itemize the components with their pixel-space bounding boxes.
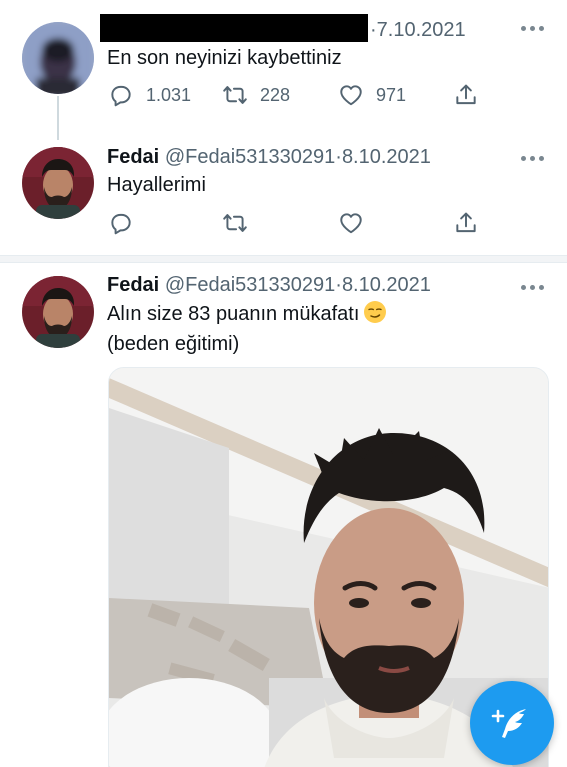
compose-tweet-icon [491, 709, 526, 738]
reply-icon [111, 213, 131, 235]
redacted-username [100, 14, 368, 42]
smirking-face-emoji [364, 301, 387, 323]
tweet-original[interactable]: ·7.10.2021 En son neyinizi kaybettiniz 1… [0, 0, 567, 140]
tweet-date[interactable]: 8.10.2021 [342, 146, 431, 168]
compose-tweet-button[interactable] [470, 681, 554, 765]
tweet-text: Hayallerimi [107, 174, 206, 196]
tweet-date[interactable]: 8.10.2021 [342, 274, 431, 296]
tweet-header: Fedai @Fedai531330291·8.10.2021 [107, 273, 431, 297]
tweet-actions: 1.031 228 971 [108, 81, 488, 109]
separator-dot: · [335, 274, 342, 296]
retweet-button[interactable]: 228 [222, 81, 290, 109]
reply-button[interactable]: 1.031 [108, 81, 191, 109]
tweet-text: Alın size 83 puanın mükafatı (beden eğit… [107, 299, 387, 359]
display-name[interactable]: Fedai [107, 146, 159, 168]
separator-dot: · [370, 19, 377, 41]
tweet-reply[interactable]: Fedai @Fedai531330291·8.10.2021 Hayaller… [0, 140, 567, 255]
tweet-text-line: Alın size 83 puanın mükafatı [107, 299, 387, 329]
reply-button[interactable] [108, 209, 134, 237]
thread-connector [57, 96, 59, 140]
avatar-blurred[interactable] [22, 22, 94, 94]
like-button[interactable]: 971 [338, 81, 406, 109]
more-icon[interactable] [521, 24, 547, 32]
like-count: 971 [376, 84, 407, 105]
retweet-icon [223, 214, 247, 232]
tweet-text: En son neyinizi kaybettiniz [107, 47, 342, 69]
user-handle[interactable]: @Fedai531330291 [165, 146, 335, 168]
separator-dot: · [335, 146, 342, 168]
more-icon[interactable] [521, 283, 547, 291]
share-icon [456, 212, 476, 233]
share-icon [456, 84, 476, 105]
retweet-button[interactable] [222, 209, 248, 237]
tweet-header: ·7.10.2021 [100, 14, 466, 42]
reply-count: 1.031 [146, 84, 192, 105]
tweet-date[interactable]: 7.10.2021 [377, 19, 466, 41]
avatar[interactable] [22, 276, 94, 348]
share-button[interactable] [453, 81, 479, 109]
share-button[interactable] [453, 209, 479, 237]
display-name[interactable]: Fedai [107, 274, 159, 296]
heart-icon [340, 85, 362, 106]
reply-icon [111, 85, 131, 107]
retweet-count: 228 [260, 84, 291, 105]
tweet-text-line: (beden eğitimi) [107, 333, 240, 355]
avatar[interactable] [22, 147, 94, 219]
heart-icon [340, 213, 362, 234]
user-handle[interactable]: @Fedai531330291 [165, 274, 335, 296]
more-icon[interactable] [521, 154, 547, 162]
like-button[interactable] [338, 209, 364, 237]
tweet-actions [108, 209, 488, 237]
tweet-header: Fedai @Fedai531330291·8.10.2021 [107, 145, 431, 169]
retweet-icon [223, 86, 247, 104]
